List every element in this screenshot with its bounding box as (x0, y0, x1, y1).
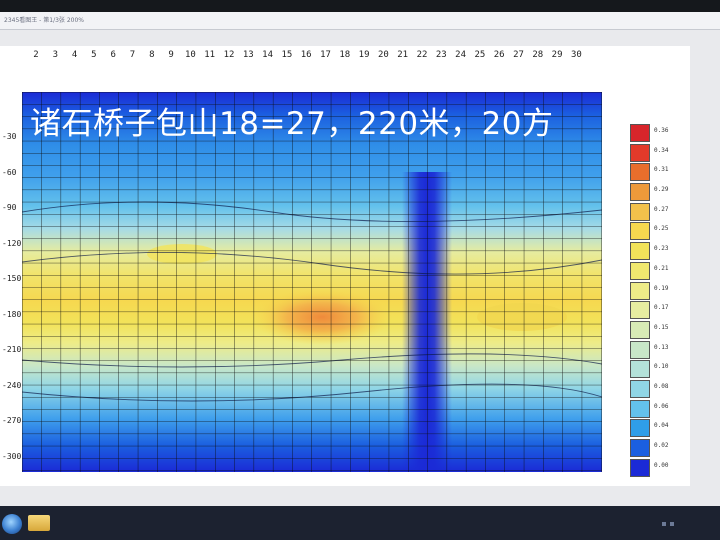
y-tick-label: -150 (2, 274, 22, 283)
legend-swatch (630, 379, 650, 398)
legend-label: 0.04 (654, 422, 669, 430)
legend-label: 0.17 (654, 304, 669, 312)
y-tick-label: -90 (2, 203, 17, 212)
y-tick-label: -270 (2, 416, 22, 425)
legend-label: 0.13 (654, 343, 669, 351)
measurement-grid (22, 92, 602, 472)
legend-label: 0.31 (654, 166, 669, 174)
legend-entry: 0.27 (630, 202, 690, 222)
y-tick-label: -210 (2, 345, 22, 354)
legend-entry: 0.00 (630, 458, 690, 478)
legend-swatch (630, 340, 650, 359)
legend-entry: 0.25 (630, 221, 690, 241)
legend-entry: 0.10 (630, 359, 690, 379)
legend-label: 0.10 (654, 363, 669, 371)
legend-entry: 0.34 (630, 143, 690, 163)
legend-swatch (630, 261, 650, 280)
y-tick-label: -180 (2, 309, 22, 319)
legend-label: 0.25 (654, 225, 669, 233)
y-tick-label: -30 (2, 132, 17, 141)
tray-icon[interactable] (670, 522, 674, 526)
legend-swatch (630, 202, 650, 221)
legend-label: 0.08 (654, 382, 669, 390)
legend-label: 0.06 (654, 402, 669, 410)
legend-label: 0.27 (654, 205, 669, 213)
legend-swatch (630, 281, 650, 300)
legend-label: 0.36 (654, 127, 669, 134)
legend-entry: 0.13 (630, 340, 690, 360)
legend-swatch (630, 419, 650, 438)
windows-start-icon[interactable] (2, 514, 22, 534)
legend-entry: 0.29 (630, 182, 690, 202)
y-tick-label: -300 (2, 451, 22, 461)
contour-plot (22, 92, 602, 472)
legend-entry: 0.31 (630, 162, 690, 182)
legend-entry: 0.36 (630, 123, 690, 143)
legend-label: 0.00 (654, 461, 669, 469)
y-tick-label: -120 (2, 238, 22, 248)
legend-swatch (630, 439, 650, 457)
legend-swatch (630, 458, 650, 477)
legend-swatch (630, 399, 650, 418)
monitor-screen: 2345看图王 - 第1/3张 200% 2 3 4 5 6 7 8 9 10 11 12 13 14 1… (0, 12, 720, 512)
legend-entry: 0.21 (630, 261, 690, 281)
legend-label: 0.02 (654, 442, 669, 449)
legend-label: 0.21 (654, 264, 669, 272)
legend-swatch (630, 124, 650, 142)
x-tick-label: 30 (570, 50, 582, 60)
y-tick-label: -60 (2, 167, 17, 177)
legend-label: 0.23 (654, 245, 669, 253)
legend-swatch (630, 143, 650, 162)
legend-entry: 0.08 (630, 379, 690, 399)
legend-swatch (630, 242, 650, 261)
window-title: 2345看图王 - 第1/3张 200% (4, 17, 84, 24)
y-tick-label: -240 (2, 380, 22, 390)
legend-entry: 0.06 (630, 399, 690, 419)
folder-icon[interactable] (28, 515, 50, 531)
legend-swatch (630, 222, 650, 241)
taskbar (0, 506, 720, 540)
legend-entry: 0.19 (630, 281, 690, 301)
legend-entry: 0.23 (630, 241, 690, 261)
legend-swatch (630, 163, 650, 182)
legend-entry: 0.17 (630, 300, 690, 320)
color-legend: 0.36 0.34 0.31 0.29 0.27 0.25 0.23 0.21 0.19 0.17… (630, 123, 690, 477)
legend-swatch (630, 183, 650, 202)
legend-swatch (630, 301, 650, 320)
legend-swatch (630, 360, 650, 379)
legend-label: 0.19 (654, 284, 669, 292)
legend-entry: 0.04 (630, 418, 690, 438)
tray-icon[interactable] (662, 522, 666, 526)
window-titlebar: 2345看图王 - 第1/3张 200% (0, 12, 720, 30)
legend-entry: 0.02 (630, 438, 690, 458)
legend-label: 0.29 (654, 186, 669, 194)
legend-label: 0.15 (654, 323, 669, 331)
annotation-overlay: 诸石桥子包山18=27，220米，20方 (30, 106, 554, 142)
legend-label: 0.34 (654, 146, 669, 154)
legend-entry: 0.15 (630, 320, 690, 340)
legend-swatch (630, 320, 650, 339)
